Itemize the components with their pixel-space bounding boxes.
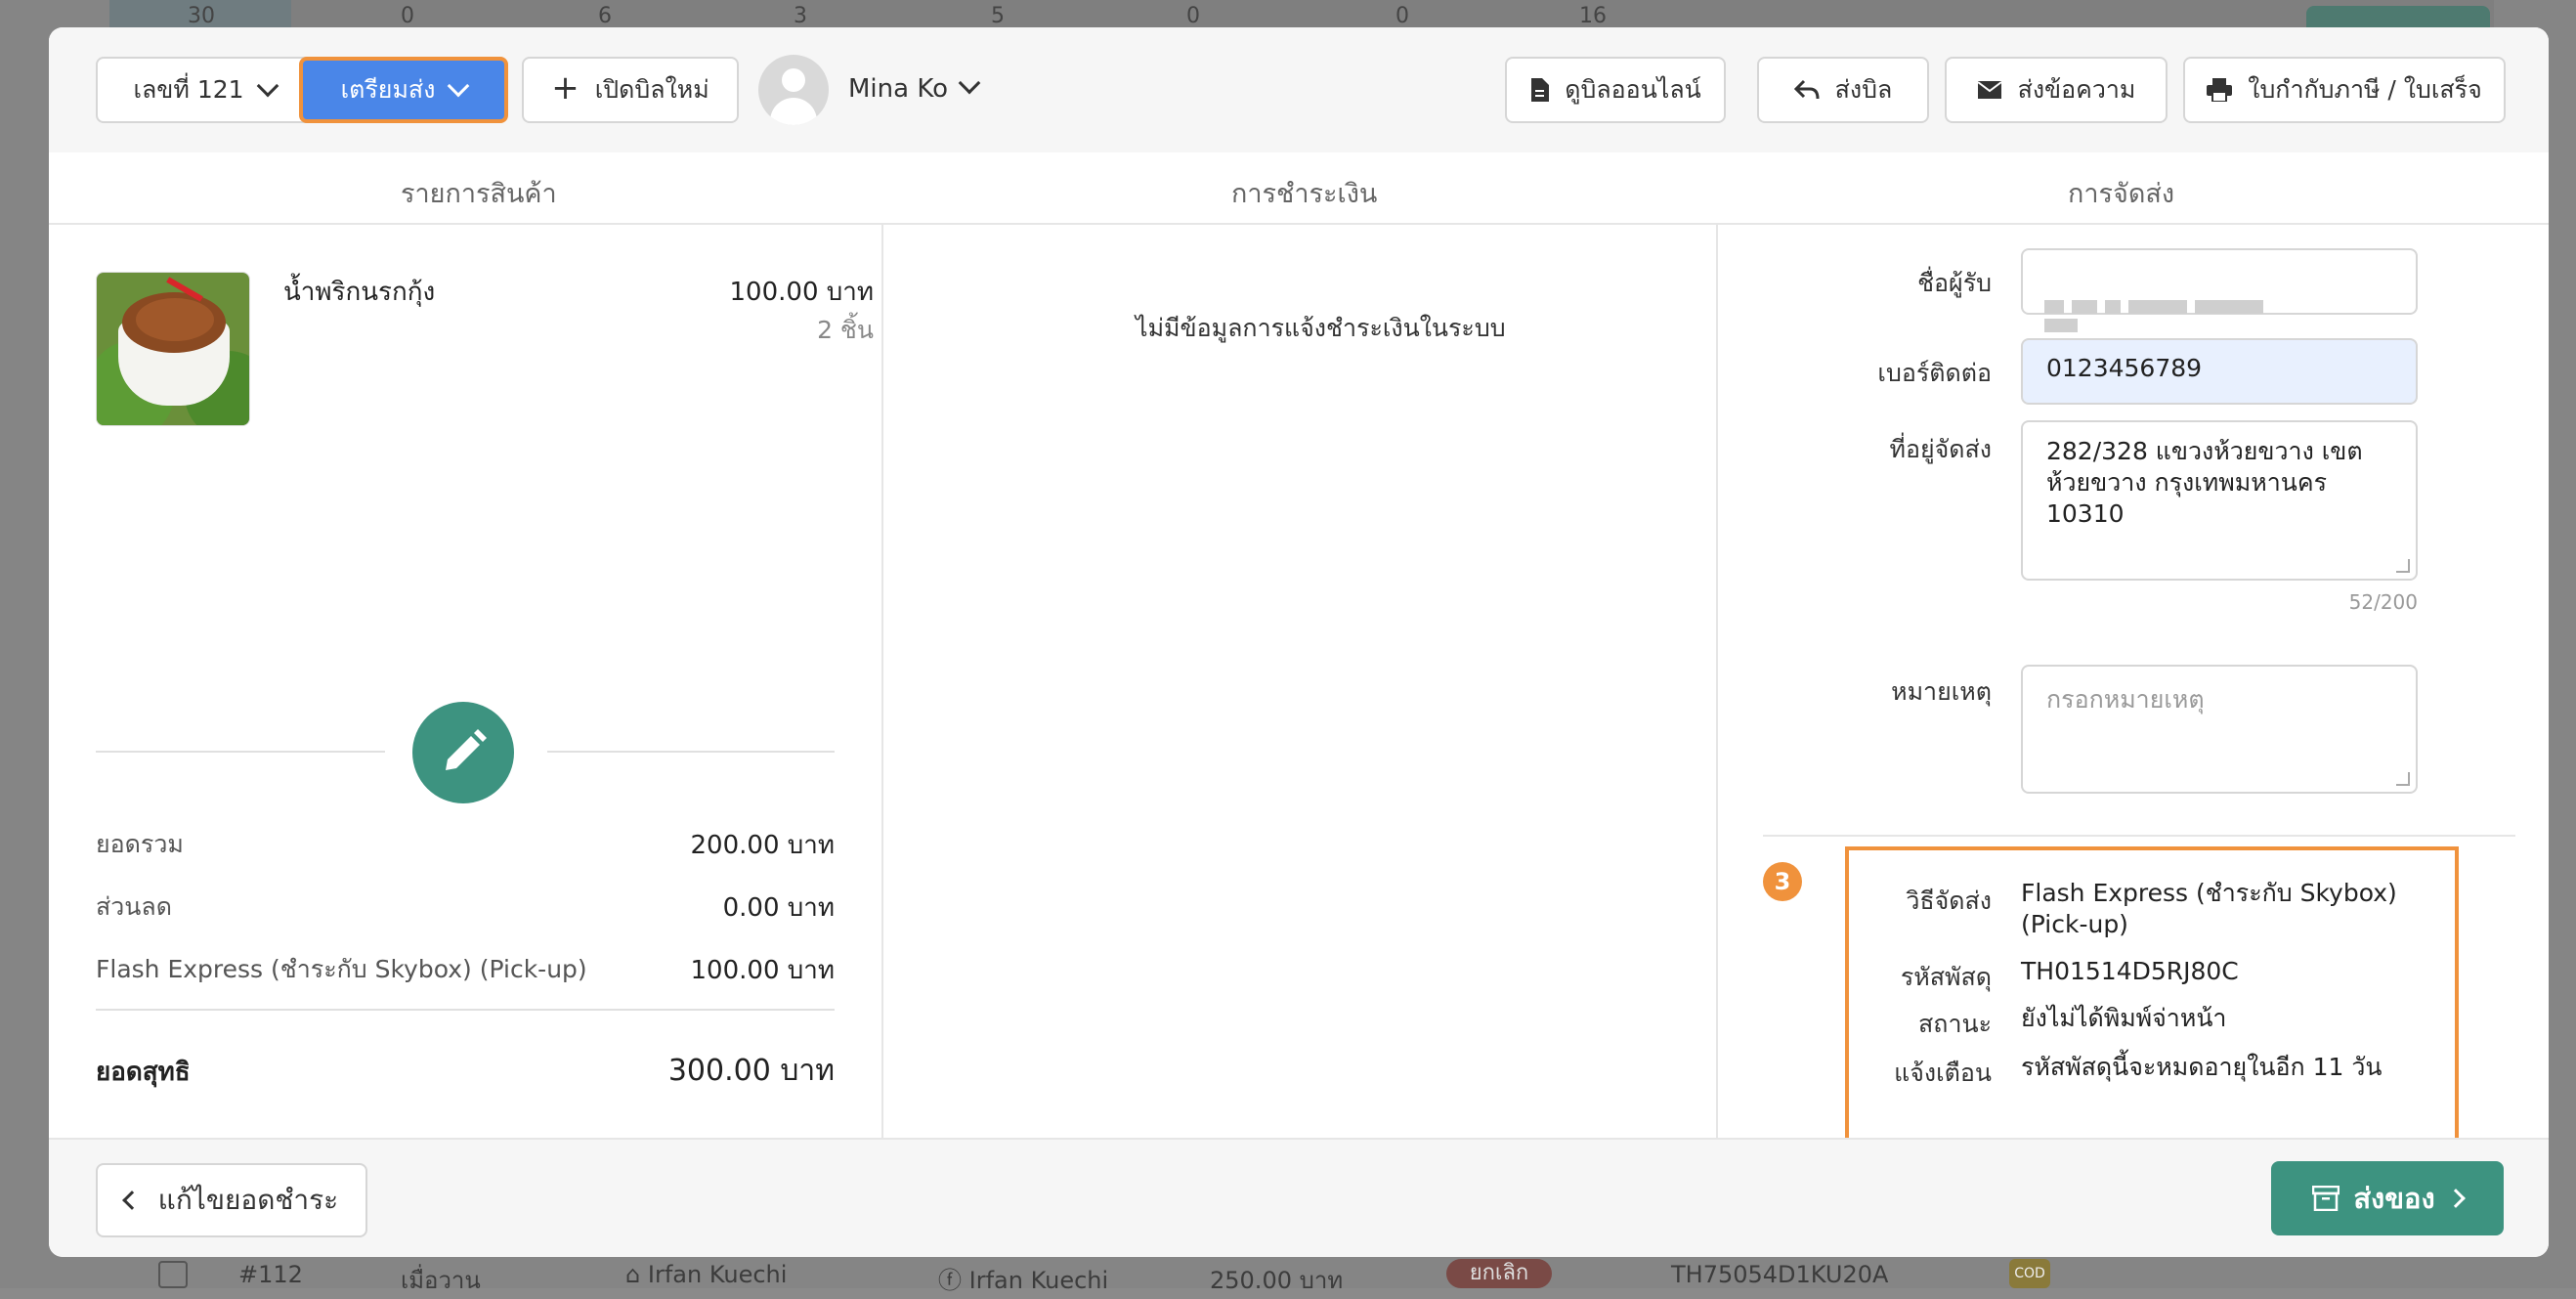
address-label: ที่อยู่จัดส่ง (1889, 435, 1993, 463)
send-bill-label: ส่งบิล (1834, 75, 1893, 104)
modal-footer: แก้ไขยอดชำระ ส่งของ (49, 1138, 2549, 1257)
background-tracking: TH75054D1KU20A (1671, 1261, 1889, 1288)
product-price: 100.00 บาท (729, 278, 874, 307)
background-stat: 6 (598, 4, 612, 28)
bill-number-label: เลขที่ 121 (133, 75, 244, 104)
phone-input[interactable]: 0123456789 (2021, 338, 2418, 405)
note-placeholder: กรอกหมายเหตุ (2046, 685, 2205, 714)
background-order-date: เมื่อวาน (401, 1267, 481, 1294)
background-row-checkbox (158, 1261, 188, 1288)
note-textarea[interactable]: กรอกหมายเหตุ (2021, 665, 2418, 794)
view-online-label: ดูบิลออนไลน์ (1565, 75, 1701, 104)
product-name: น้ำพริกนรกกุ้ง (283, 278, 436, 307)
background-stat: 30 (188, 4, 215, 28)
background-stat: 16 (1579, 4, 1607, 28)
product-quantity: 2 ชิ้น (817, 316, 874, 344)
background-shop: ⌂ Irfan Kuechi (625, 1261, 788, 1288)
recipient-label: ชื่อผู้รับ (1917, 269, 1992, 297)
edit-payment-label: แก้ไขยอดชำระ (157, 1184, 339, 1216)
column-divider (881, 225, 883, 1138)
tracking-label: รหัสพัสดุ (1900, 963, 1992, 991)
send-message-label: ส่งข้อความ (2017, 75, 2136, 104)
net-total-value: 300.00 บาท (667, 1054, 835, 1088)
divider (1763, 835, 2515, 837)
shipment-status-value: ยังไม่ได้พิมพ์จ่าหน้า (2021, 1004, 2227, 1032)
archive-box-icon (2312, 1186, 2340, 1211)
divider (96, 751, 385, 753)
modal-header: เลขที่ 121 เตรียมส่ง + เปิดบิลใหม่ Mina … (49, 27, 2549, 152)
user-name[interactable]: Mina Ko (848, 74, 948, 104)
tax-invoice-label: ใบกำกับภาษี / ใบเสร็จ (2248, 75, 2482, 104)
pencil-icon (446, 729, 487, 770)
send-message-button[interactable]: ส่งข้อความ (1945, 57, 2168, 123)
avatar[interactable] (758, 55, 829, 125)
background-stat: 3 (794, 4, 807, 28)
background-status-badge: ยกเลิก (1446, 1259, 1552, 1288)
bill-number-dropdown[interactable]: เลขที่ 121 (96, 57, 313, 123)
net-total-label: ยอดสุทธิ (96, 1058, 191, 1087)
printer-icon (2207, 78, 2233, 102)
background-stat: 0 (401, 4, 414, 28)
alert-value: รหัสพัสดุนี้จะหมดอายุในอีก 11 วัน (2021, 1053, 2383, 1081)
send-bill-button[interactable]: ส่งบิล (1757, 57, 1929, 123)
background-stat: 0 (1186, 4, 1200, 28)
phone-label: เบอร์ติดต่อ (1877, 359, 1992, 387)
background-cod-badge: COD (2009, 1259, 2050, 1288)
tab-payment[interactable]: การชำระเงิน (1231, 172, 1377, 214)
method-label: วิธีจัดส่ง (1906, 887, 1992, 915)
status-dropdown[interactable]: เตรียมส่ง (299, 57, 508, 123)
address-value: 282/328 แขวงห้วยขวาง เขตห้วยขวาง กรุงเทพ… (2046, 437, 2363, 528)
alert-label: แจ้งเตือน (1894, 1059, 1992, 1087)
ship-label: ส่งของ (2353, 1182, 2435, 1215)
resize-handle[interactable] (2396, 772, 2410, 786)
chevron-down-icon (958, 71, 981, 95)
user-dropdown-chevron[interactable] (958, 71, 981, 95)
background-order-no: #112 (238, 1261, 303, 1288)
background-stat: 0 (1395, 4, 1409, 28)
tax-invoice-button[interactable]: ใบกำกับภาษี / ใบเสร็จ (2183, 57, 2506, 123)
total-label: ยอดรวม (96, 830, 184, 858)
note-label: หมายเหตุ (1891, 677, 1992, 706)
view-online-button[interactable]: ดูบิลออนไลน์ (1505, 57, 1726, 123)
shipping-fee-value: 100.00 บาท (690, 956, 835, 985)
order-modal: เลขที่ 121 เตรียมส่ง + เปิดบิลใหม่ Mina … (49, 27, 2549, 1257)
background-amount: 250.00 บาท (1210, 1267, 1344, 1294)
divider (547, 751, 835, 753)
plus-icon: + (551, 68, 580, 108)
discount-value: 0.00 บาท (722, 893, 835, 923)
column-headers: รายการสินค้า การชำระเงิน การจัดส่ง (49, 152, 2549, 225)
shipment-status-label: สถานะ (1918, 1010, 1992, 1038)
document-icon (1531, 78, 1550, 102)
edit-items-button[interactable] (412, 702, 514, 803)
divider (96, 1009, 835, 1011)
envelope-icon (1976, 81, 2002, 99)
tab-products[interactable]: รายการสินค้า (401, 172, 557, 214)
chevron-left-icon (121, 1191, 142, 1210)
recipient-name-redacted (2044, 299, 2308, 332)
ship-button[interactable]: ส่งของ (2271, 1161, 2504, 1235)
method-value: Flash Express (ชำระกับ Skybox) (Pick-up) (2021, 879, 2397, 938)
background-stat: 5 (991, 4, 1005, 28)
discount-label: ส่วนลด (96, 892, 172, 921)
product-image (96, 272, 250, 426)
tab-shipping[interactable]: การจัดส่ง (2068, 172, 2174, 214)
edit-payment-button[interactable]: แก้ไขยอดชำระ (96, 1163, 367, 1237)
address-textarea[interactable]: 282/328 แขวงห้วยขวาง เขตห้วยขวาง กรุงเทพ… (2021, 420, 2418, 581)
chevron-down-icon (448, 74, 470, 98)
total-value: 200.00 บาท (690, 831, 835, 860)
chevron-right-icon (2445, 1189, 2466, 1208)
status-dropdown-label: เตรียมส่ง (340, 75, 436, 104)
background-customer: ⓕ Irfan Kuechi (938, 1267, 1109, 1294)
chevron-down-icon (256, 74, 279, 98)
shipping-fee-label: Flash Express (ชำระกับ Skybox) (Pick-up) (96, 955, 587, 983)
no-payment-message: ไม่มีข้อมูลการแจ้งชำระเงินในระบบ (1136, 314, 1506, 342)
new-bill-button[interactable]: + เปิดบิลใหม่ (522, 57, 739, 123)
resize-handle[interactable] (2396, 559, 2410, 573)
address-char-count: 52/200 (2348, 590, 2418, 614)
tracking-value: TH01514D5RJ80C (2021, 957, 2239, 985)
reply-icon (1793, 79, 1820, 100)
new-bill-label: เปิดบิลใหม่ (594, 75, 709, 104)
